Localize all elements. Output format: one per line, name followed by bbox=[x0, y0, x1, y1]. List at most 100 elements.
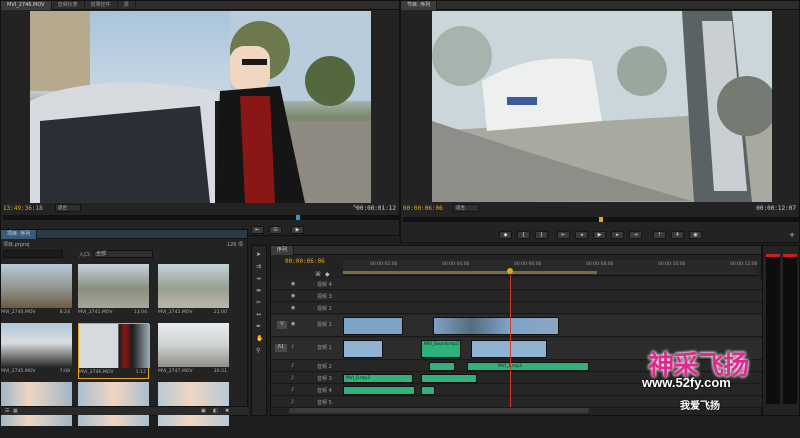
tab-effect-controls[interactable]: 效果控件 bbox=[85, 0, 118, 10]
audio-clip-a4[interactable] bbox=[421, 386, 435, 395]
clip-thumb-3[interactable]: MVI_2745.MOV 7:08 bbox=[1, 323, 72, 379]
audio-clip-a2[interactable] bbox=[429, 362, 455, 371]
source-timecode[interactable]: 13:49:36:18 bbox=[3, 205, 43, 212]
tab-audio-meters[interactable]: 音频仪表 bbox=[52, 0, 85, 10]
watermark-url: www.52fy.com bbox=[642, 375, 731, 390]
snap-icon[interactable]: ⌘ bbox=[315, 271, 321, 278]
timeline-scrollbar[interactable] bbox=[289, 408, 589, 413]
zoom-tool-icon[interactable]: ⚲ bbox=[256, 347, 260, 354]
audio-clip-a3[interactable]: MVI_0.mp3 bbox=[343, 374, 413, 383]
clip-name: MVI_2747.MOV bbox=[158, 369, 193, 374]
eye-icon[interactable]: ◉ bbox=[291, 321, 295, 327]
trash-icon[interactable]: ✖ bbox=[225, 408, 229, 414]
clip-duration: 16:21 bbox=[213, 369, 227, 374]
eye-icon[interactable]: ◉ bbox=[291, 293, 295, 299]
clip-duration: 7:08 bbox=[59, 369, 70, 374]
slip-tool-icon[interactable]: ↔ bbox=[256, 311, 261, 318]
program-lift-button[interactable]: ⇡ bbox=[653, 231, 666, 239]
speaker-icon[interactable]: ♪ bbox=[291, 363, 294, 369]
tab-project[interactable]: 项目: 序列 bbox=[1, 229, 38, 239]
speaker-icon[interactable]: ♪ bbox=[291, 387, 294, 393]
program-play-button[interactable]: ▶ bbox=[593, 231, 606, 239]
source-video-frame[interactable] bbox=[30, 11, 371, 203]
in-select[interactable]: 全部 bbox=[93, 250, 153, 258]
program-goto-in-button[interactable]: ⇤ bbox=[557, 231, 570, 239]
search-input[interactable] bbox=[3, 250, 63, 258]
ruler-label: 00:00:12:00 bbox=[730, 262, 758, 267]
list-view-icon[interactable]: ☰ bbox=[5, 408, 9, 414]
playhead-handle[interactable] bbox=[507, 268, 513, 274]
track-name: 视频 3 bbox=[317, 294, 332, 300]
program-goto-out-button[interactable]: ⇥ bbox=[629, 231, 642, 239]
tab-sequence[interactable]: 序列 bbox=[271, 245, 295, 255]
audio-clip-a3[interactable] bbox=[421, 374, 477, 383]
video-clip[interactable] bbox=[433, 317, 559, 335]
program-mark-in-button[interactable]: ◆ bbox=[499, 231, 512, 239]
audio-meter-panel bbox=[762, 245, 800, 416]
work-area-bar[interactable] bbox=[343, 271, 597, 274]
source-fit-select[interactable]: 适合 bbox=[55, 204, 81, 212]
program-out-point-button[interactable]: } bbox=[535, 231, 548, 239]
clip-thumbnail bbox=[78, 382, 149, 426]
marker-icon[interactable]: ◆ bbox=[325, 271, 330, 278]
hand-tool-icon[interactable]: ✋ bbox=[256, 335, 263, 342]
program-fit-select[interactable]: 适合 bbox=[453, 204, 479, 212]
clip-thumb-2[interactable]: MVI_2742.MOV 21:00 bbox=[158, 264, 229, 320]
source-scrubber-handle[interactable] bbox=[296, 215, 300, 220]
razor-tool-icon[interactable]: ✂ bbox=[256, 299, 261, 306]
new-item-icon[interactable]: ◧ bbox=[213, 408, 218, 414]
program-step-forward-button[interactable]: ▸ bbox=[611, 231, 624, 239]
clip-thumbnail bbox=[1, 382, 72, 426]
speaker-icon[interactable]: ♪ bbox=[291, 399, 294, 405]
speaker-icon[interactable]: ♪ bbox=[291, 375, 294, 381]
clip-name: MVI_2745.MOV bbox=[1, 369, 36, 374]
track-select-tool-icon[interactable]: ⇉ bbox=[256, 263, 261, 270]
selection-tool-icon[interactable]: ➤ bbox=[256, 251, 261, 258]
tools-panel: ➤ ⇉ ⟛ ⇹ ✂ ↔ ✒ ✋ ⚲ bbox=[251, 245, 267, 416]
audio-clip-a1[interactable] bbox=[343, 340, 383, 358]
program-step-back-button[interactable]: ◂ bbox=[575, 231, 588, 239]
audio-clip-a1[interactable] bbox=[471, 340, 547, 358]
clip-thumb-1[interactable]: MVI_2741.MOV 13:04 bbox=[78, 264, 149, 320]
source-frame-image bbox=[30, 11, 371, 203]
audio-clip-a1[interactable]: MVI_Sound.mp3 bbox=[421, 340, 461, 358]
source-insert-button[interactable]: ⊡ bbox=[269, 226, 282, 234]
program-scrubber[interactable] bbox=[403, 217, 799, 222]
timeline-ruler[interactable]: 00:00:02:00 00:00:04:00 00:00:06:00 00:0… bbox=[343, 260, 757, 276]
track-name: 视频 2 bbox=[317, 306, 332, 312]
timeline-timecode[interactable]: 00:00:06:06 bbox=[285, 258, 325, 265]
playhead-line bbox=[510, 275, 511, 407]
track-target-v[interactable]: V bbox=[277, 321, 287, 329]
icon-view-icon[interactable]: ▦ bbox=[13, 408, 18, 414]
eye-icon[interactable]: ◉ bbox=[291, 305, 295, 311]
ruler-label: 00:00:10:00 bbox=[658, 262, 686, 267]
program-in-point-button[interactable]: { bbox=[517, 231, 530, 239]
program-video-frame[interactable] bbox=[432, 11, 772, 202]
program-scrubber-handle[interactable] bbox=[599, 217, 603, 222]
audio-clip-a4[interactable] bbox=[343, 386, 415, 395]
tab-source-clip[interactable]: MVI_2746.MOV bbox=[1, 0, 52, 10]
source-scrubber[interactable] bbox=[3, 215, 399, 220]
program-timecode[interactable]: 00:00:06:06 bbox=[403, 205, 443, 212]
eye-icon[interactable]: ◉ bbox=[291, 281, 295, 287]
ripple-edit-tool-icon[interactable]: ⟛ bbox=[256, 275, 261, 283]
track-target-a1[interactable]: A1 bbox=[275, 344, 287, 352]
source-mark-in-button[interactable]: ⇤ bbox=[251, 226, 264, 234]
tab-source[interactable]: 源 bbox=[118, 0, 136, 10]
new-bin-icon[interactable]: ▣ bbox=[201, 408, 206, 414]
program-extract-button[interactable]: ⇞ bbox=[671, 231, 684, 239]
clip-thumb-4[interactable]: MVI_2746.MOV 1:12 bbox=[78, 323, 150, 379]
audio-clip-a2[interactable]: MVI_1.mp3 bbox=[467, 362, 589, 371]
clip-thumb-5[interactable]: MVI_2747.MOV 16:21 bbox=[158, 323, 229, 379]
program-export-frame-button[interactable]: ◉ bbox=[689, 231, 702, 239]
speaker-icon[interactable]: ♪ bbox=[291, 344, 294, 350]
video-clip[interactable] bbox=[343, 317, 403, 335]
timeline-panel: 序列 00:00:06:06 ⌘ ◆ 00:00:02:00 00:00:04:… bbox=[270, 245, 783, 416]
add-button-icon[interactable]: + bbox=[789, 231, 795, 239]
clip-thumb-0[interactable]: MVI_2740.MOV 8:24 bbox=[1, 264, 72, 320]
wrench-icon[interactable]: ✎ bbox=[353, 204, 358, 211]
source-play-button[interactable]: ▶ bbox=[291, 226, 304, 234]
tab-program[interactable]: 节目: 序列 bbox=[401, 0, 438, 10]
pen-tool-icon[interactable]: ✒ bbox=[256, 323, 261, 330]
rolling-edit-tool-icon[interactable]: ⇹ bbox=[256, 287, 261, 294]
